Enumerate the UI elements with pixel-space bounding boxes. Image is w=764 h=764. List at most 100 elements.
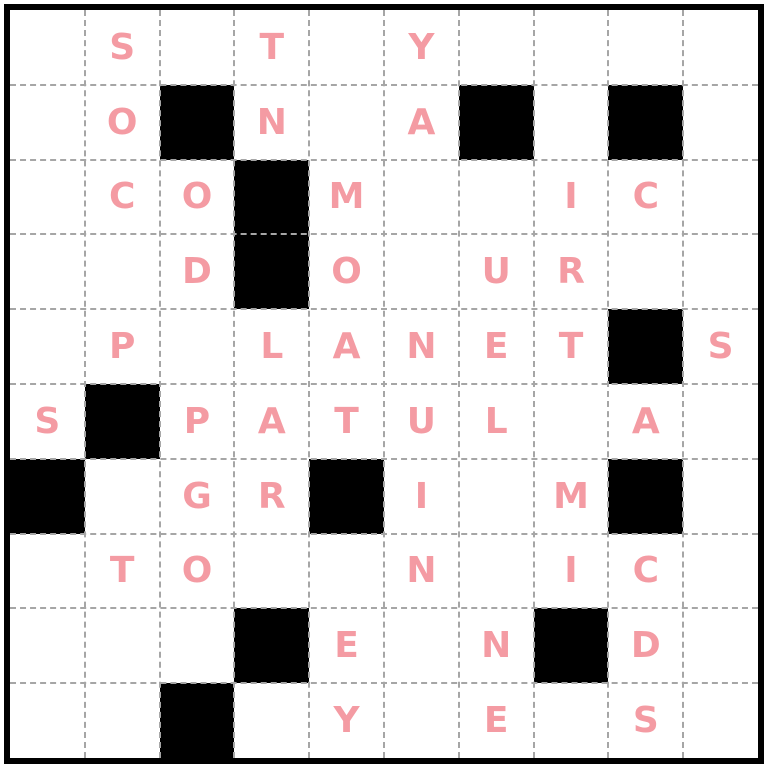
grid-line-vertical [457, 10, 460, 758]
letter-cell[interactable]: N [384, 534, 459, 609]
empty-cell[interactable] [459, 459, 534, 534]
black-block-cell [608, 458, 684, 534]
empty-cell[interactable] [309, 85, 384, 160]
grid-line-vertical [682, 10, 685, 758]
empty-cell[interactable] [384, 608, 459, 683]
empty-cell[interactable] [384, 683, 459, 758]
letter-cell[interactable]: C [608, 160, 683, 235]
empty-cell[interactable] [683, 384, 758, 459]
empty-cell[interactable] [234, 683, 309, 758]
empty-cell[interactable] [683, 10, 758, 85]
empty-cell[interactable] [85, 683, 160, 758]
letter-cell[interactable]: N [384, 309, 459, 384]
letter-cell[interactable]: L [459, 384, 534, 459]
letter-cell[interactable]: A [309, 309, 384, 384]
grid-line-horizontal [10, 383, 758, 385]
black-block-cell [234, 159, 310, 235]
crossword-board: STYONACOMICDOURPLANETSSPATULAGRIMTONICEN… [4, 4, 764, 764]
empty-cell[interactable] [10, 534, 85, 609]
empty-cell[interactable] [534, 10, 609, 85]
letter-cell[interactable]: U [384, 384, 459, 459]
empty-cell[interactable] [85, 459, 160, 534]
letter-cell[interactable]: S [683, 309, 758, 384]
letter-cell[interactable]: O [160, 534, 235, 609]
letter-cell[interactable]: O [160, 160, 235, 235]
empty-cell[interactable] [683, 608, 758, 683]
letter-cell[interactable]: R [234, 459, 309, 534]
letter-cell[interactable]: C [85, 160, 160, 235]
letter-cell[interactable]: M [309, 160, 384, 235]
empty-cell[interactable] [534, 683, 609, 758]
letter-cell[interactable]: R [534, 234, 609, 309]
empty-cell[interactable] [160, 309, 235, 384]
letter-cell[interactable]: D [608, 608, 683, 683]
letter-cell[interactable]: A [608, 384, 683, 459]
letter-cell[interactable]: D [160, 234, 235, 309]
letter-cell[interactable]: A [234, 384, 309, 459]
letter-cell[interactable]: O [85, 85, 160, 160]
letter-cell[interactable]: E [459, 309, 534, 384]
empty-cell[interactable] [160, 608, 235, 683]
empty-cell[interactable] [459, 534, 534, 609]
letter-cell[interactable]: L [234, 309, 309, 384]
letter-cell[interactable]: I [384, 459, 459, 534]
empty-cell[interactable] [534, 384, 609, 459]
letter-cell[interactable]: S [85, 10, 160, 85]
empty-cell[interactable] [683, 85, 758, 160]
black-block-cell [84, 384, 160, 459]
empty-cell[interactable] [10, 160, 85, 235]
empty-cell[interactable] [85, 608, 160, 683]
empty-cell[interactable] [160, 10, 235, 85]
empty-cell[interactable] [459, 10, 534, 85]
black-block-cell [234, 234, 310, 310]
empty-cell[interactable] [10, 608, 85, 683]
letter-cell[interactable]: G [160, 459, 235, 534]
letter-cell[interactable]: N [234, 85, 309, 160]
letter-cell[interactable]: N [459, 608, 534, 683]
letter-cell[interactable]: S [10, 384, 85, 459]
empty-cell[interactable] [683, 534, 758, 609]
empty-cell[interactable] [10, 683, 85, 758]
black-block-cell [309, 458, 384, 534]
letter-cell[interactable]: T [534, 309, 609, 384]
letter-cell[interactable]: Y [384, 10, 459, 85]
empty-cell[interactable] [10, 309, 85, 384]
letter-cell[interactable]: M [534, 459, 609, 534]
empty-cell[interactable] [384, 160, 459, 235]
letter-cell[interactable]: P [160, 384, 235, 459]
empty-cell[interactable] [683, 459, 758, 534]
empty-cell[interactable] [608, 10, 683, 85]
letter-cell[interactable]: I [534, 160, 609, 235]
letter-cell[interactable]: I [534, 534, 609, 609]
empty-cell[interactable] [309, 534, 384, 609]
black-block-cell [234, 608, 310, 684]
empty-cell[interactable] [384, 234, 459, 309]
letter-cell[interactable]: T [85, 534, 160, 609]
letter-cell[interactable]: S [608, 683, 683, 758]
letter-cell[interactable]: T [234, 10, 309, 85]
empty-cell[interactable] [608, 234, 683, 309]
empty-cell[interactable] [10, 85, 85, 160]
letter-cell[interactable]: C [608, 534, 683, 609]
letter-cell[interactable]: U [459, 234, 534, 309]
letter-cell[interactable]: A [384, 85, 459, 160]
letter-cell[interactable]: P [85, 309, 160, 384]
empty-cell[interactable] [85, 234, 160, 309]
black-block-cell [159, 683, 235, 758]
empty-cell[interactable] [10, 10, 85, 85]
letter-cell[interactable]: Y [309, 683, 384, 758]
empty-cell[interactable] [459, 160, 534, 235]
grid-line-vertical [532, 10, 535, 758]
empty-cell[interactable] [683, 160, 758, 235]
empty-cell[interactable] [683, 234, 758, 309]
letter-cell[interactable]: E [459, 683, 534, 758]
empty-cell[interactable] [309, 10, 384, 85]
grid-line-horizontal [10, 607, 758, 610]
empty-cell[interactable] [234, 534, 309, 609]
empty-cell[interactable] [10, 234, 85, 309]
empty-cell[interactable] [534, 85, 609, 160]
letter-cell[interactable]: O [309, 234, 384, 309]
empty-cell[interactable] [683, 683, 758, 758]
letter-cell[interactable]: T [309, 384, 384, 459]
letter-cell[interactable]: E [309, 608, 384, 683]
